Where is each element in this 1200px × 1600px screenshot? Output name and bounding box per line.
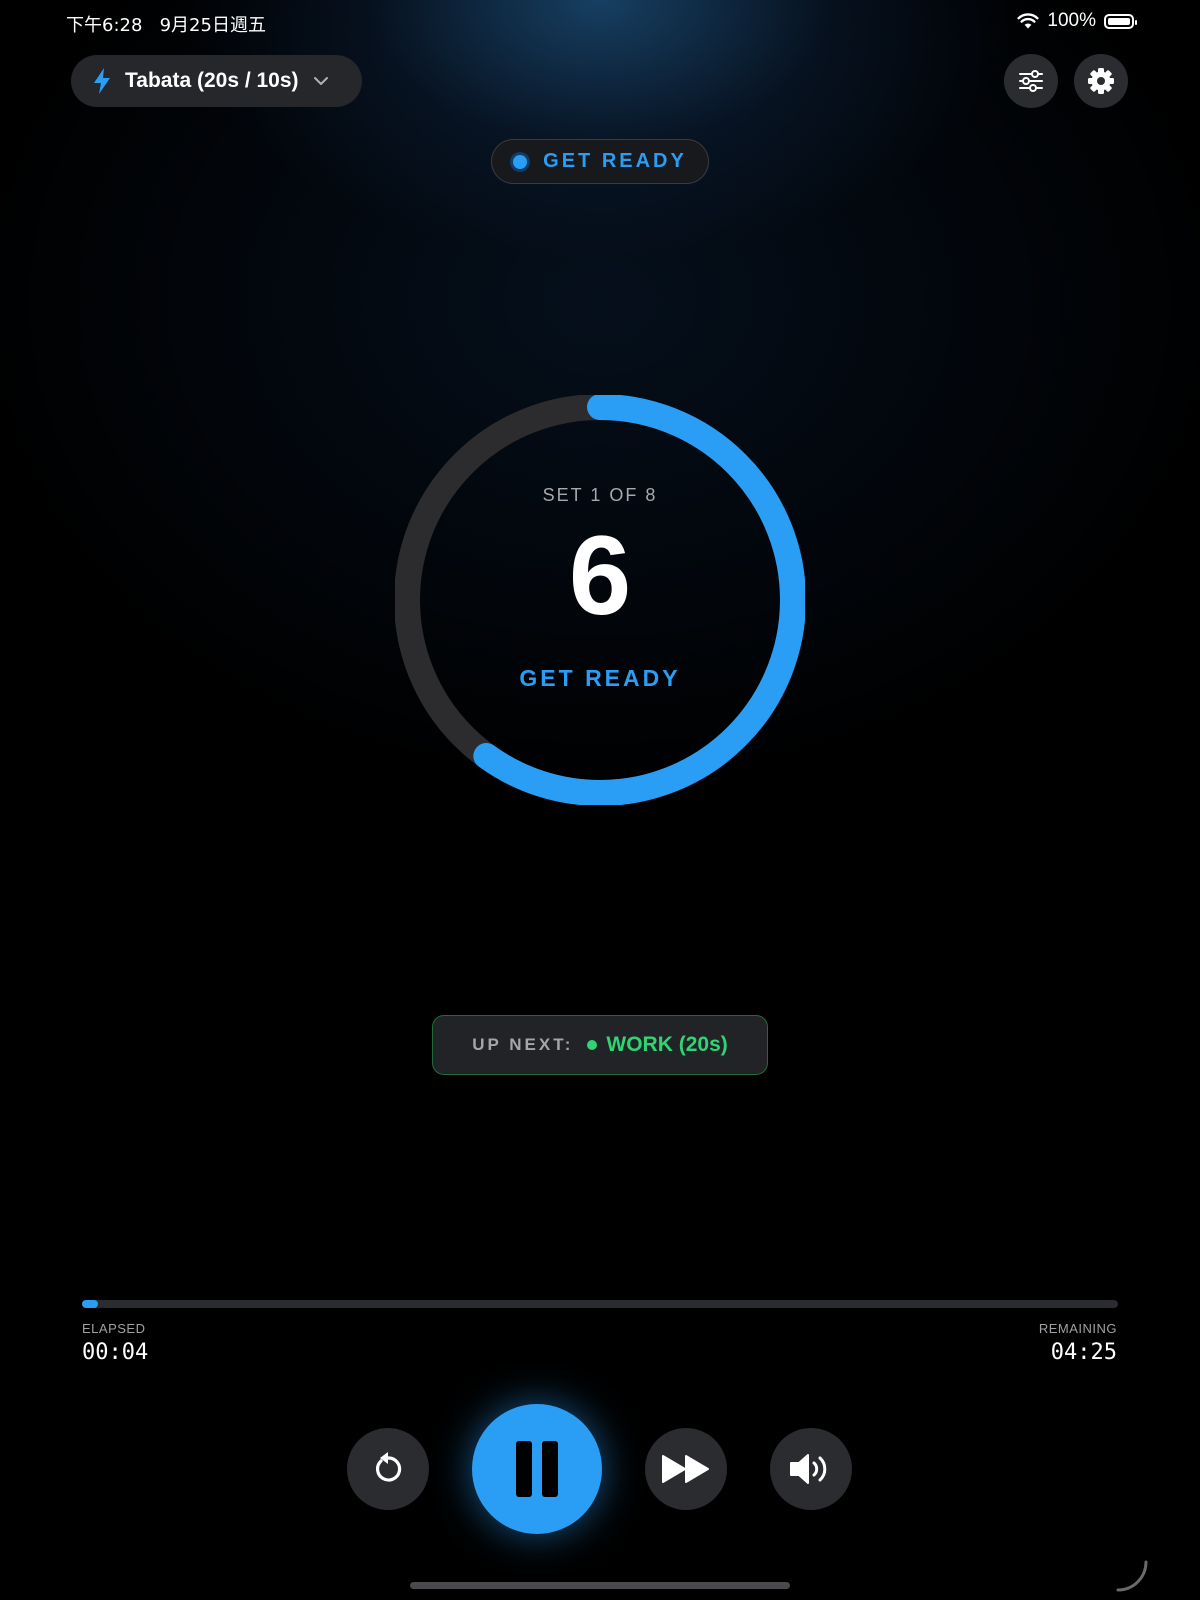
restart-button[interactable] — [347, 1428, 429, 1510]
battery-percent: 100% — [1047, 10, 1096, 31]
status-datetime: 下午6:28 9月25日週五 — [66, 11, 266, 37]
wifi-icon — [1017, 13, 1039, 29]
ring-phase-label: GET READY — [519, 665, 681, 691]
up-next-card: UP NEXT: WORK (20s) — [432, 1015, 768, 1075]
battery-icon — [1104, 13, 1137, 29]
lightning-bolt-icon — [94, 68, 110, 94]
chevron-down-icon — [313, 77, 328, 85]
workout-progress-fill — [82, 1300, 98, 1308]
phase-dot-icon — [513, 154, 528, 169]
up-next-label: UP NEXT: — [472, 1035, 574, 1054]
status-time: 下午6:28 — [66, 15, 143, 36]
elapsed-caption: ELAPSED — [82, 1321, 146, 1336]
pause-button[interactable] — [472, 1404, 602, 1534]
volume-button[interactable] — [770, 1428, 852, 1510]
status-indicators: 100% — [1017, 10, 1137, 32]
home-indicator[interactable] — [410, 1582, 790, 1589]
work-dot-icon — [587, 1040, 598, 1050]
status-bar: 下午6:28 9月25日週五 100% — [0, 8, 1200, 38]
resize-corner-icon — [1116, 1560, 1148, 1592]
remaining-caption: REMAINING — [1038, 1321, 1117, 1336]
skip-button[interactable] — [645, 1428, 727, 1510]
preset-selector[interactable]: Tabata (20s / 10s) — [71, 55, 362, 107]
status-date: 9月25日週五 — [159, 15, 266, 36]
adjust-button[interactable] — [1004, 54, 1058, 108]
sliders-icon — [1019, 70, 1043, 92]
phase-label: GET READY — [543, 150, 687, 172]
settings-button[interactable] — [1074, 54, 1128, 108]
countdown-number: 6 — [568, 513, 632, 638]
remaining-time: 04:25 — [1050, 1340, 1117, 1365]
preset-label: Tabata (20s / 10s) — [125, 69, 299, 92]
set-counter: SET 1 OF 8 — [542, 485, 658, 505]
gear-icon — [1088, 68, 1114, 94]
restart-icon — [376, 1452, 402, 1482]
volume-icon — [790, 1454, 827, 1484]
pause-icon — [516, 1441, 558, 1497]
phase-badge: GET READY — [491, 139, 709, 184]
ring-content: SET 1 OF 8 6 GET READY — [395, 395, 805, 805]
skip-forward-icon — [662, 1455, 709, 1483]
workout-progress-bar[interactable] — [82, 1300, 1118, 1308]
countdown-ring: SET 1 OF 8 6 GET READY — [395, 395, 805, 805]
elapsed-time: 00:04 — [82, 1340, 149, 1365]
up-next-value: WORK (20s) — [606, 1033, 728, 1056]
